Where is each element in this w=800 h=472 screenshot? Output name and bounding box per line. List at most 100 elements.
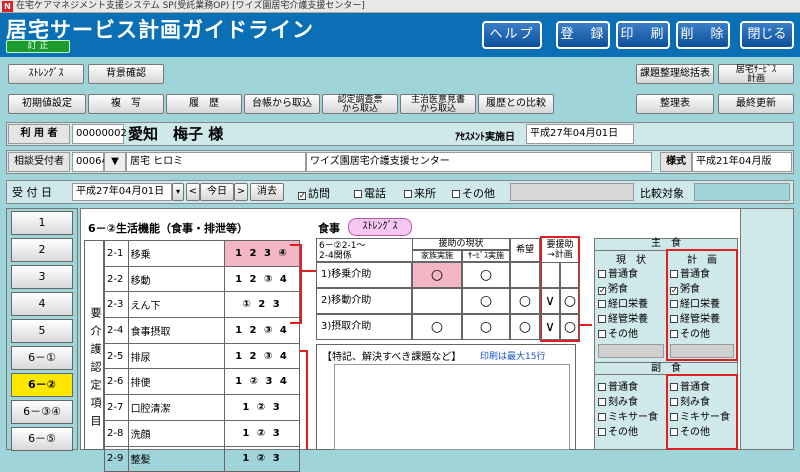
meal-cell-wish[interactable]: ○ (510, 314, 540, 340)
side_dish-checkbox[interactable] (598, 428, 606, 436)
item-level[interactable]: 1 ② 3 (223, 419, 301, 447)
staple-option[interactable]: 経管栄養 (598, 310, 648, 325)
staple-checkbox[interactable] (670, 270, 678, 278)
meal-cell-wish[interactable] (510, 262, 540, 288)
method-other[interactable]: その他 (452, 185, 495, 201)
side_dish-checkbox[interactable] (598, 413, 606, 421)
staple-plan-other-field[interactable] (670, 344, 734, 358)
sidebar-tab-7[interactable]: 6－③④ (11, 400, 73, 424)
side_dish-option[interactable]: ミキサー食 (598, 408, 658, 423)
sidebar-tab-6[interactable]: 6－② (11, 373, 73, 397)
meal-cell-service[interactable]: ○ (462, 262, 510, 288)
meal-cell-wish[interactable]: ○ (510, 288, 540, 314)
meal-strength-button[interactable]: ｽﾄﾚﾝｸﾞｽ (348, 218, 412, 236)
next-day-button[interactable]: > (234, 183, 248, 201)
side_dish-option[interactable]: 普通食 (670, 378, 710, 393)
staple-checkbox[interactable] (598, 300, 606, 308)
print-button[interactable]: 印 刷 (616, 21, 670, 49)
sidebar-tab-3[interactable]: 4 (11, 292, 73, 316)
staple-checkbox[interactable] (598, 270, 606, 278)
background-check-button[interactable]: 背景確認 (88, 64, 164, 84)
item-level[interactable]: 1 2 ③ 4 (223, 265, 301, 293)
side_dish-checkbox[interactable] (598, 383, 606, 391)
item-level[interactable]: 1 2 ③ 4 (223, 342, 301, 370)
item-level[interactable]: 1 2 3 ④ (223, 240, 301, 267)
method-phone[interactable]: 電話 (354, 185, 386, 201)
phone-checkbox[interactable] (354, 190, 362, 198)
staple-option[interactable]: 普通食 (598, 265, 638, 280)
staple-checkbox[interactable]: ✓ (598, 287, 606, 295)
staple-option[interactable]: 経管栄養 (670, 310, 720, 325)
meal-cell-need[interactable]: ∨ (540, 288, 560, 314)
organize-table-button[interactable]: 整理表 (636, 94, 714, 114)
meal-cell-family[interactable]: ○ (412, 262, 462, 288)
side_dish-option[interactable]: 普通食 (598, 378, 638, 393)
side_dish-option[interactable]: ミキサー食 (670, 408, 730, 423)
meal-cell-family[interactable]: ○ (412, 314, 462, 340)
copy-button[interactable]: 複 写 (88, 94, 164, 114)
initial-setting-button[interactable]: 初期値設定 (8, 94, 86, 114)
staple-option[interactable]: ✓ 粥食 (598, 280, 628, 295)
staple-checkbox[interactable] (670, 330, 678, 338)
office-checkbox[interactable] (404, 190, 412, 198)
side_dish-option[interactable]: その他 (598, 423, 638, 438)
staple-option[interactable]: 経口栄養 (670, 295, 720, 310)
meal-cell-need[interactable] (540, 262, 560, 288)
register-button[interactable]: 登 録 (556, 21, 610, 49)
notes-textarea[interactable] (334, 364, 570, 450)
import-survey-button[interactable]: 認定調査票 から取込 (322, 94, 398, 114)
meal-cell-family[interactable] (412, 288, 462, 314)
meal-cell-need[interactable]: ∨ (540, 314, 560, 340)
staple-current-other-field[interactable] (598, 344, 664, 358)
care-plan-button[interactable]: 居宅ｻｰﾋﾞｽ 計画 (718, 64, 794, 84)
side_dish-checkbox[interactable] (670, 383, 678, 391)
item-level[interactable]: 1 2 ③ 4 (223, 317, 301, 344)
last-update-button[interactable]: 最終更新 (718, 94, 794, 114)
staple-checkbox[interactable] (598, 315, 606, 323)
import-doctor-opinion-button[interactable]: 主治医意見書 から取込 (400, 94, 476, 114)
item-level[interactable]: ① 2 3 (223, 291, 301, 319)
help-button[interactable]: ヘルプ (482, 21, 542, 49)
prev-day-button[interactable]: < (186, 183, 200, 201)
reception-date-input[interactable]: 平成27年04月01日 (72, 183, 172, 201)
sidebar-tab-8[interactable]: 6－⑤ (11, 427, 73, 451)
consultant-dropdown-icon[interactable]: ▼ (104, 152, 126, 172)
sidebar-tab-4[interactable]: 5 (11, 319, 73, 343)
method-visit[interactable]: ✓ 訪問 (298, 185, 330, 201)
import-ledger-button[interactable]: 台帳から取込 (244, 94, 320, 114)
sidebar-tab-2[interactable]: 3 (11, 265, 73, 289)
staple-option[interactable]: その他 (598, 325, 638, 340)
meal-cell-service[interactable]: ○ (462, 288, 510, 314)
item-level[interactable]: 1 ② 3 (223, 394, 301, 421)
side_dish-option[interactable]: 刻み食 (670, 393, 710, 408)
visit-checkbox[interactable]: ✓ (298, 192, 306, 200)
other-checkbox[interactable] (452, 190, 460, 198)
delete-button[interactable]: 削 除 (676, 21, 730, 49)
staple-option[interactable]: 経口栄養 (598, 295, 648, 310)
side_dish-checkbox[interactable] (598, 398, 606, 406)
close-button[interactable]: 閉じる (740, 21, 794, 49)
compare-field[interactable] (694, 183, 790, 201)
side_dish-option[interactable]: 刻み食 (598, 393, 638, 408)
side_dish-option[interactable]: その他 (670, 423, 710, 438)
meal-cell-plan[interactable] (560, 262, 580, 288)
meal-cell-plan[interactable]: ○ (560, 288, 580, 314)
sidebar-tab-1[interactable]: 2 (11, 238, 73, 262)
sidebar-tab-0[interactable]: 1 (11, 211, 73, 235)
issue-summary-button[interactable]: 課題整理総括表 (636, 64, 714, 84)
method-office[interactable]: 来所 (404, 185, 436, 201)
consultant-code[interactable]: 00064 (72, 152, 108, 172)
side_dish-checkbox[interactable] (670, 413, 678, 421)
today-button[interactable]: 今日 (200, 183, 234, 201)
staple-checkbox[interactable] (598, 330, 606, 338)
history-button[interactable]: 履 歴 (166, 94, 242, 114)
meal-cell-service[interactable]: ○ (462, 314, 510, 340)
staple-option[interactable]: その他 (670, 325, 710, 340)
staple-option[interactable]: ✓ 粥食 (670, 280, 700, 295)
strength-button[interactable]: ｽﾄﾚﾝｸﾞｽ (8, 64, 84, 84)
other-method-field[interactable] (510, 183, 634, 201)
clear-button[interactable]: 消去 (250, 183, 284, 201)
staple-checkbox[interactable] (670, 315, 678, 323)
meal-cell-plan[interactable]: ○ (560, 314, 580, 340)
side_dish-checkbox[interactable] (670, 398, 678, 406)
